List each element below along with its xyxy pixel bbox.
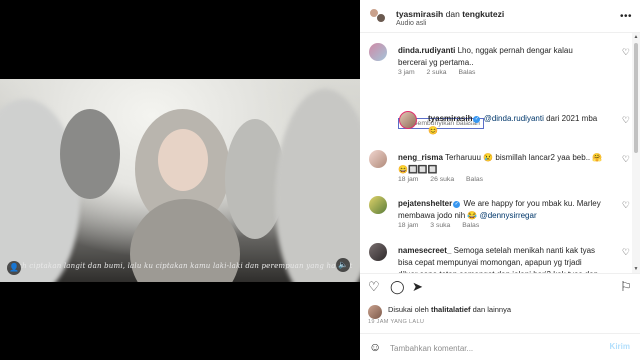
comment-time: 3 jam xyxy=(398,69,415,76)
commenter-avatar[interactable] xyxy=(369,150,387,168)
user-icon[interactable]: 👤 xyxy=(7,261,21,275)
coauthor-username[interactable]: tengkutezi xyxy=(462,9,504,19)
reply-button[interactable]: Balas xyxy=(462,222,479,229)
more-options-icon[interactable]: ••• xyxy=(620,11,632,22)
like-comment-icon[interactable]: ♡ xyxy=(622,154,630,165)
commenter-avatar[interactable] xyxy=(369,196,387,214)
comments-list: dinda.rudiyanti Lho, nggak pernah dengar… xyxy=(360,33,640,273)
share-icon[interactable]: ➤ xyxy=(412,280,423,294)
media-pane: Allah ciptakan langit dan bumi, lalu ku … xyxy=(0,0,360,360)
liked-by-user[interactable]: thalitalatief xyxy=(431,305,471,314)
like-comment-icon[interactable]: ♡ xyxy=(622,200,630,211)
comment-mention[interactable]: @dinda.rudiyanti xyxy=(484,114,544,123)
bookmark-icon[interactable]: ⚐ xyxy=(620,280,632,294)
commenter-avatar[interactable] xyxy=(369,43,387,61)
authors-connector: dan xyxy=(445,9,460,19)
comment-time: 18 jam xyxy=(398,222,419,229)
comment-likes[interactable]: 26 suka xyxy=(430,176,454,183)
liked-by-prefix: Disukai oleh xyxy=(388,305,429,314)
comment-mention[interactable]: @dennysirregar xyxy=(480,211,537,220)
verified-badge-icon: ✓ xyxy=(453,201,461,208)
comment-input[interactable] xyxy=(390,341,590,355)
post-header: tyasmirasih dan tengkutezi Audio asli ••… xyxy=(360,0,640,33)
comment-text: pejatenshelter ✓ We are happy for you mba… xyxy=(398,198,603,222)
comment-username[interactable]: tyasmirasih xyxy=(428,114,472,123)
comment-text: dinda.rudiyanti Lho, nggak pernah dengar… xyxy=(398,45,603,69)
like-comment-icon[interactable]: ♡ xyxy=(622,47,630,58)
comments-scrollbar[interactable]: ▲ ▼ xyxy=(632,33,640,273)
reply-button[interactable]: Balas xyxy=(458,69,475,76)
author-username[interactable]: tyasmirasih xyxy=(396,9,443,19)
liked-by: Disukai oleh thalitalatief dan lainnya xyxy=(388,305,511,314)
reply-button[interactable]: Balas xyxy=(466,176,483,183)
bride-face xyxy=(158,129,208,191)
comment-username[interactable]: neng_risma xyxy=(398,153,443,162)
liker-avatar[interactable] xyxy=(368,305,382,319)
comment-username[interactable]: namesecreet_ xyxy=(398,246,451,255)
coauthor-avatar[interactable] xyxy=(376,13,386,23)
comment-icon[interactable]: ◯ xyxy=(390,280,405,294)
guest-figure xyxy=(60,109,120,199)
post-video[interactable] xyxy=(0,79,360,282)
comments-panel: tyasmirasih dan tengkutezi Audio asli ••… xyxy=(360,0,640,360)
scrollbar-thumb[interactable] xyxy=(634,43,638,153)
comment-text: tyasmirasih ✓ @dinda.rudiyanti dari 2021 … xyxy=(428,113,608,137)
commenter-avatar[interactable] xyxy=(399,111,417,129)
comment-meta: 18 jam 26 suka Balas xyxy=(398,176,493,183)
post-comment-button[interactable]: Kirim xyxy=(610,342,630,351)
comment-text: neng_risma Terharuuu 😢 bismillah lancar2… xyxy=(398,152,603,176)
comment-likes[interactable]: 2 suka xyxy=(427,69,447,76)
commenter-avatar[interactable] xyxy=(369,243,387,261)
comment-time: 18 jam xyxy=(398,176,419,183)
post-authors: tyasmirasih dan tengkutezi xyxy=(396,9,504,19)
comment-composer: ☺ Kirim xyxy=(360,333,640,360)
post-actions: ♡ ◯ ➤ ⚐ Disukai oleh thalitalatief dan l… xyxy=(360,273,640,331)
comment-username[interactable]: dinda.rudiyanti xyxy=(398,46,455,55)
comment-meta: 3 jam 2 suka Balas xyxy=(398,69,485,76)
like-comment-icon[interactable]: ♡ xyxy=(622,115,630,126)
speaker-icon[interactable]: 🔈 xyxy=(336,258,350,272)
like-comment-icon[interactable]: ♡ xyxy=(622,247,630,258)
comment-text: namesecreet_ Semoga setelah menikah nant… xyxy=(398,245,603,273)
blurred-guest xyxy=(275,89,360,282)
video-subtitle: Allah ciptakan langit dan bumi, lalu ku … xyxy=(7,262,353,270)
audio-label[interactable]: Audio asli xyxy=(396,20,426,27)
like-icon[interactable]: ♡ xyxy=(368,280,380,294)
scroll-up-icon[interactable]: ▲ xyxy=(632,34,640,40)
comment-username[interactable]: pejatenshelter xyxy=(398,199,452,208)
emoji-icon[interactable]: ☺ xyxy=(369,340,381,354)
comment-meta: 18 jam 3 suka Balas xyxy=(398,222,489,229)
liked-by-suffix[interactable]: dan lainnya xyxy=(473,305,511,314)
post-date[interactable]: 19 JAM YANG LALU xyxy=(368,319,424,325)
comment-likes[interactable]: 3 suka xyxy=(430,222,450,229)
verified-badge-icon: ✓ xyxy=(473,116,481,123)
scroll-down-icon[interactable]: ▼ xyxy=(632,266,640,272)
